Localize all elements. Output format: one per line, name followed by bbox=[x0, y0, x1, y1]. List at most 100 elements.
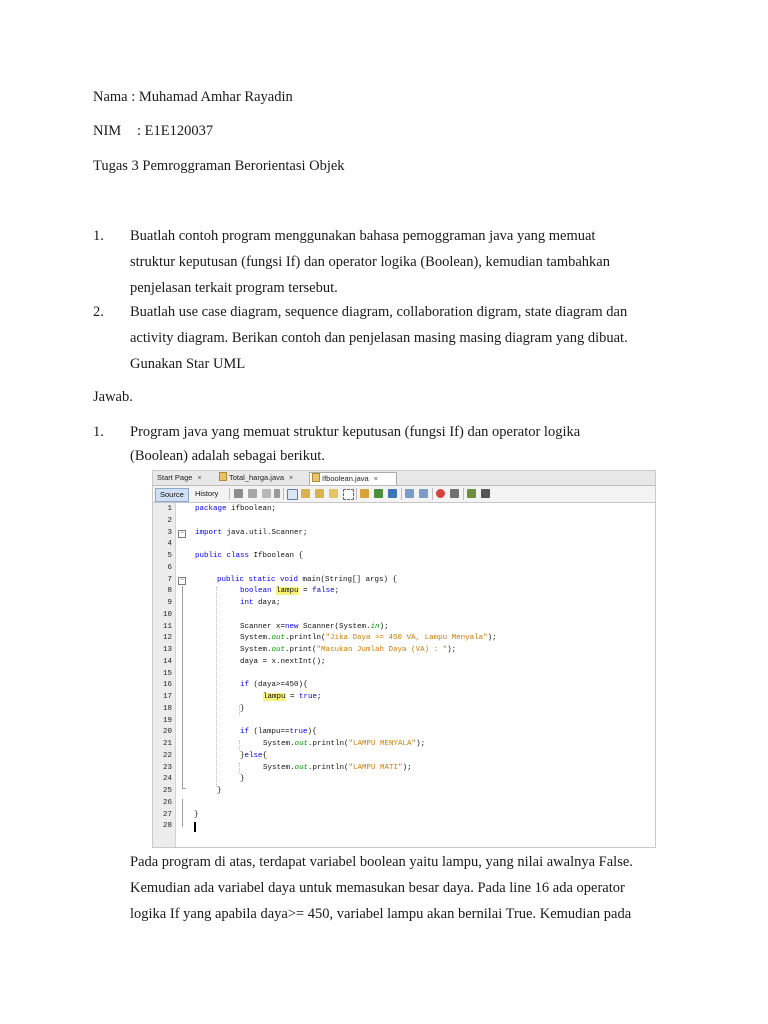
code-field: out bbox=[294, 740, 309, 748]
code-text: java.util.Scanner; bbox=[222, 528, 308, 537]
code-line-3: import java.util.Scanner; bbox=[195, 528, 308, 540]
code-keyword: public static void bbox=[217, 575, 299, 584]
next-bookmark-icon[interactable] bbox=[374, 489, 383, 498]
toolbar-separator bbox=[432, 488, 433, 500]
rectangular-select-icon[interactable] bbox=[343, 489, 354, 500]
line-number: 19 bbox=[162, 716, 172, 725]
tab-label: Ifboolean.java bbox=[322, 474, 369, 483]
back-icon[interactable] bbox=[248, 489, 257, 498]
code-line-7: public static void main(String[] args) { bbox=[217, 575, 397, 587]
line-number: 2 bbox=[167, 516, 172, 525]
close-icon[interactable]: × bbox=[289, 475, 293, 482]
tab-ifboolean[interactable]: Ifboolean.java × bbox=[309, 472, 397, 485]
code-line-9: int daya; bbox=[240, 598, 281, 610]
close-icon[interactable]: × bbox=[374, 476, 378, 483]
code-text: System. bbox=[263, 763, 295, 772]
forward-icon[interactable] bbox=[262, 489, 271, 498]
code-line-5: public class Ifboolean { bbox=[195, 551, 303, 563]
fold-toggle-icon[interactable]: − bbox=[178, 577, 186, 585]
line-number: 12 bbox=[162, 634, 172, 643]
line-number: 22 bbox=[162, 751, 172, 760]
code-string: "LAMPU MENYALA" bbox=[348, 740, 417, 748]
dropdown-icon[interactable] bbox=[274, 489, 280, 498]
code-text: = bbox=[298, 587, 313, 596]
code-line-14: daya = x.nextInt(); bbox=[240, 657, 326, 666]
stop-macro-icon[interactable] bbox=[450, 489, 459, 498]
code-string: "LAMPU MATI" bbox=[348, 763, 403, 772]
code-line-27: } bbox=[194, 810, 199, 819]
source-button[interactable]: Source bbox=[155, 488, 189, 502]
line-number: 3 bbox=[167, 528, 172, 537]
code-text: ifboolean; bbox=[226, 505, 277, 513]
line-number: 23 bbox=[162, 763, 172, 772]
toggle-highlight-icon[interactable] bbox=[329, 489, 338, 498]
uncomment-icon[interactable] bbox=[481, 489, 490, 498]
line-number: 16 bbox=[162, 681, 172, 690]
shift-left-icon[interactable] bbox=[405, 489, 414, 498]
code-line-11: Scanner x=new Scanner(System.in); bbox=[240, 622, 389, 634]
editor-toolbar: Source History bbox=[153, 486, 655, 503]
code-keyword: true bbox=[289, 728, 308, 737]
tab-start-page[interactable]: Start Page × bbox=[155, 472, 215, 484]
question-2-line-2: activity diagram. Berikan contoh dan pen… bbox=[130, 330, 628, 346]
start-macro-icon[interactable] bbox=[436, 489, 445, 498]
find-previous-icon[interactable] bbox=[301, 489, 310, 498]
code-variable-highlight: lampu bbox=[276, 587, 299, 596]
code-text: System. bbox=[240, 634, 272, 643]
line-number: 14 bbox=[162, 657, 172, 666]
code-line-21: System.out.println("LAMPU MENYALA"); bbox=[263, 739, 425, 751]
question-1-line-1: Buatlah contoh program menggunakan bahas… bbox=[130, 228, 596, 244]
shift-right-icon[interactable] bbox=[419, 489, 428, 498]
code-text: ); bbox=[447, 646, 457, 654]
tab-label: Total_harga.java bbox=[229, 473, 285, 482]
code-text: .print( bbox=[285, 646, 317, 654]
code-text: (daya>=450){ bbox=[249, 681, 308, 690]
editor-tab-bar: Start Page × Total_harga.java × Ifboolean.… bbox=[153, 471, 655, 486]
code-line-12: System.out.println("Jika Daya >= 450 VA,… bbox=[240, 633, 497, 645]
code-line-13: System.out.print("Masukan Jumlah Daya (V… bbox=[240, 645, 456, 657]
explanation-line-2: Kemudian ada variabel daya untuk memasuk… bbox=[130, 880, 625, 896]
code-text: .println( bbox=[285, 634, 326, 643]
code-keyword: package bbox=[195, 505, 227, 513]
history-button[interactable]: History bbox=[191, 488, 222, 500]
code-keyword: if bbox=[240, 728, 250, 737]
line-number-gutter: 1 2 3 4 5 6 7 8 9 10 11 12 13 14 15 16 1… bbox=[153, 503, 176, 847]
find-icon[interactable] bbox=[287, 489, 298, 500]
code-text: = bbox=[285, 693, 300, 701]
last-edit-icon[interactable] bbox=[234, 489, 243, 498]
code-keyword: if bbox=[240, 681, 250, 690]
code-line-17: lampu = true; bbox=[263, 692, 322, 704]
toggle-bookmark-icon[interactable] bbox=[388, 489, 397, 498]
line-number: 17 bbox=[162, 693, 172, 701]
fold-end bbox=[181, 788, 186, 789]
tab-total-harga[interactable]: Total_harga.java × bbox=[217, 472, 307, 484]
code-text: main(String[] args) { bbox=[298, 575, 398, 584]
java-file-icon bbox=[312, 473, 320, 482]
indent-guide bbox=[239, 740, 240, 750]
comment-icon[interactable] bbox=[467, 489, 476, 498]
close-icon[interactable]: × bbox=[197, 475, 201, 482]
code-text: ); bbox=[402, 763, 412, 772]
question-2-number: 2. bbox=[93, 304, 104, 320]
find-next-icon[interactable] bbox=[315, 489, 324, 498]
line-number: 28 bbox=[162, 822, 172, 831]
code-text: { bbox=[262, 751, 268, 760]
text-cursor bbox=[194, 822, 196, 832]
line-number: 18 bbox=[162, 704, 172, 713]
code-text: ){ bbox=[307, 728, 317, 737]
question-2-line-1: Buatlah use case diagram, sequence diagr… bbox=[130, 304, 628, 320]
code-keyword: int bbox=[240, 599, 254, 607]
student-name: Nama : Muhamad Amhar Rayadin bbox=[93, 89, 293, 105]
explanation-line-3: logika If yang apabila daya>= 450, varia… bbox=[130, 906, 632, 922]
code-field: in bbox=[370, 622, 380, 631]
line-number: 11 bbox=[162, 622, 172, 631]
code-text: (lampu== bbox=[249, 728, 290, 737]
line-number: 24 bbox=[162, 775, 172, 784]
prev-bookmark-icon[interactable] bbox=[360, 489, 369, 498]
code-editor[interactable]: 1 2 3 4 5 6 7 8 9 10 11 12 13 14 15 16 1… bbox=[153, 503, 655, 847]
code-line-24: } bbox=[240, 775, 245, 784]
answer-1-number: 1. bbox=[93, 424, 104, 440]
toolbar-separator bbox=[356, 488, 357, 500]
fold-toggle-icon[interactable]: − bbox=[178, 530, 186, 538]
line-number: 25 bbox=[162, 787, 172, 795]
